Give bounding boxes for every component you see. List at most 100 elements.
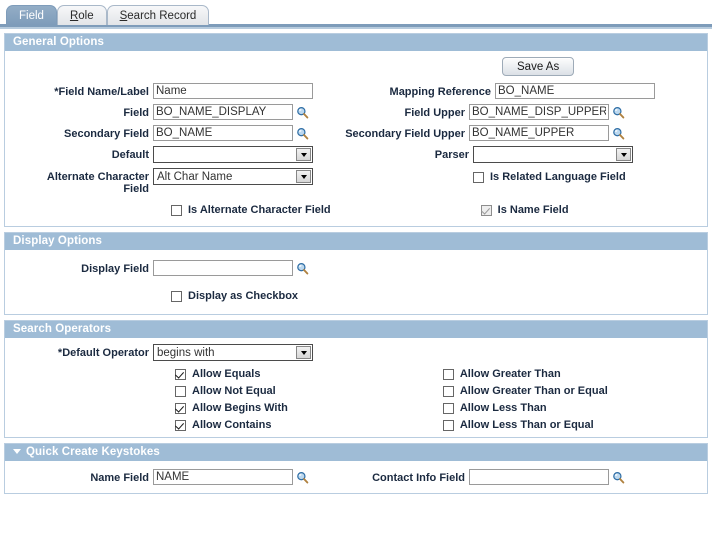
is-related-language-field-checkbox[interactable]: Is Related Language Field xyxy=(473,171,626,183)
allow-less-than-checkbox[interactable]: Allow Less Than xyxy=(442,402,608,414)
alternate-character-field-label-line2: Field xyxy=(123,183,149,195)
chevron-down-icon[interactable] xyxy=(296,170,311,183)
checkbox-box[interactable] xyxy=(175,419,186,431)
tab-field-label: Field xyxy=(19,10,44,22)
secondary-field-input[interactable] xyxy=(153,125,293,141)
name-field-input[interactable] xyxy=(153,469,293,485)
field-label: Field xyxy=(123,107,149,119)
tab-search-record[interactable]: Search Record xyxy=(106,5,210,25)
section-general-options: General Options Save As *Field Name/Labe… xyxy=(4,33,708,227)
allow-greater-than-or-equal-label: Allow Greater Than or Equal xyxy=(459,385,608,397)
name-field-label: Name Field xyxy=(90,472,149,484)
checkbox-box[interactable] xyxy=(442,385,454,397)
is-alternate-character-field-label: Is Alternate Character Field xyxy=(188,204,331,216)
allow-less-than-label: Allow Less Than xyxy=(459,402,547,414)
section-display-options-header: Display Options xyxy=(5,233,707,250)
mapping-reference-input[interactable] xyxy=(495,83,655,99)
checkbox-box[interactable] xyxy=(175,402,186,414)
mapping-reference-label: Mapping Reference xyxy=(389,86,491,98)
allow-greater-than-checkbox[interactable]: Allow Greater Than xyxy=(442,368,608,380)
chevron-down-icon[interactable] xyxy=(296,148,311,161)
field-name-label-input[interactable] xyxy=(153,83,313,99)
save-as-button[interactable]: Save As xyxy=(502,57,575,76)
display-as-checkbox-label: Display as Checkbox xyxy=(188,290,299,302)
section-general-options-title: General Options xyxy=(13,36,104,48)
magnifier-icon[interactable] xyxy=(296,471,309,484)
row-operator-checkboxes: Allow Equals Allow Not Equal Allow Begin… xyxy=(5,368,707,431)
is-related-language-field-label: Is Related Language Field xyxy=(490,171,626,183)
section-display-options-title: Display Options xyxy=(13,235,103,247)
section-general-options-body: Save As *Field Name/Label Mapping Refere… xyxy=(5,51,707,226)
secondary-field-upper-input[interactable] xyxy=(469,125,609,141)
alternate-character-field-label-line1: Alternate Character xyxy=(46,171,149,183)
allow-not-equal-checkbox[interactable]: Allow Not Equal xyxy=(175,385,288,397)
checkbox-box[interactable] xyxy=(442,419,454,431)
alternate-character-field-value: Alt Char Name xyxy=(157,170,233,183)
display-as-checkbox-checkbox[interactable]: Display as Checkbox xyxy=(171,290,298,302)
checkbox-box[interactable] xyxy=(442,402,454,414)
allow-begins-with-checkbox[interactable]: Allow Begins With xyxy=(175,402,288,414)
chevron-down-icon[interactable] xyxy=(296,346,311,359)
field-input[interactable] xyxy=(153,104,293,120)
default-select[interactable] xyxy=(153,146,313,163)
allow-greater-than-or-equal-checkbox[interactable]: Allow Greater Than or Equal xyxy=(442,385,608,397)
search-operators-right-column: Allow Greater Than Allow Greater Than or… xyxy=(442,368,608,431)
field-upper-label: Field Upper xyxy=(404,107,465,119)
magnifier-icon[interactable] xyxy=(296,262,309,275)
tab-search-record-label: earch Record xyxy=(127,10,197,22)
section-display-options: Display Options Display Field Display as… xyxy=(4,232,708,315)
row-field-field-upper: Field Field Upper xyxy=(5,104,707,120)
alternate-character-field-label: Alternate Character Field xyxy=(5,168,149,195)
section-general-options-header: General Options xyxy=(5,34,707,51)
section-display-options-body: Display Field Display as Checkbox xyxy=(5,250,707,314)
checkbox-box[interactable] xyxy=(480,204,492,216)
section-quick-create-header[interactable]: Quick Create Keystokes xyxy=(5,444,707,461)
magnifier-icon[interactable] xyxy=(612,127,625,140)
magnifier-icon[interactable] xyxy=(612,106,625,119)
checkbox-box[interactable] xyxy=(442,368,454,380)
allow-contains-checkbox[interactable]: Allow Contains xyxy=(175,419,288,431)
row-field-name-mapping: *Field Name/Label Mapping Reference xyxy=(5,83,707,99)
tab-underline-rule-secondary xyxy=(0,27,712,29)
tab-role-accesskey: R xyxy=(69,10,79,22)
magnifier-icon[interactable] xyxy=(296,106,309,119)
magnifier-icon[interactable] xyxy=(296,127,309,140)
allow-equals-checkbox[interactable]: Allow Equals xyxy=(175,368,288,380)
checkbox-box[interactable] xyxy=(473,171,484,183)
row-display-as-checkbox: Display as Checkbox xyxy=(5,290,707,302)
section-quick-create-keystokes: Quick Create Keystokes Name Field Contac… xyxy=(4,443,708,494)
chevron-down-icon[interactable] xyxy=(616,148,631,161)
section-search-operators: Search Operators *Default Operator begin… xyxy=(4,320,708,438)
row-quick-create-fields: Name Field Contact Info Field xyxy=(5,469,707,485)
row-default-operator: *Default Operator begins with xyxy=(5,344,707,361)
is-name-field-checkbox[interactable]: Is Name Field xyxy=(480,204,569,216)
magnifier-icon[interactable] xyxy=(612,471,625,484)
contact-info-field-label: Contact Info Field xyxy=(372,472,465,484)
allow-less-than-or-equal-checkbox[interactable]: Allow Less Than or Equal xyxy=(442,419,608,431)
allow-greater-than-label: Allow Greater Than xyxy=(459,368,561,380)
is-name-field-label: Is Name Field xyxy=(497,204,569,216)
display-field-input[interactable] xyxy=(153,260,293,276)
row-display-field: Display Field xyxy=(5,260,707,276)
section-quick-create-title: Quick Create Keystokes xyxy=(26,446,160,458)
checkbox-box[interactable] xyxy=(175,385,186,397)
parser-select[interactable] xyxy=(473,146,633,163)
default-operator-value: begins with xyxy=(157,346,215,359)
alternate-character-field-select[interactable]: Alt Char Name xyxy=(153,168,313,185)
checkbox-box[interactable] xyxy=(171,204,182,216)
checkbox-box[interactable] xyxy=(175,368,186,380)
tab-role[interactable]: Role xyxy=(56,5,107,25)
is-alternate-character-field-checkbox[interactable]: Is Alternate Character Field xyxy=(171,204,331,216)
triangle-down-icon[interactable] xyxy=(13,449,21,454)
allow-less-than-or-equal-label: Allow Less Than or Equal xyxy=(459,419,594,431)
field-upper-input[interactable] xyxy=(469,104,609,120)
row-alt-char-related-language: Alternate Character Field Alt Char Name … xyxy=(5,168,707,195)
search-operators-left-column: Allow Equals Allow Not Equal Allow Begin… xyxy=(175,368,288,431)
contact-info-field-input[interactable] xyxy=(469,469,609,485)
allow-begins-with-label: Allow Begins With xyxy=(192,402,288,414)
checkbox-box[interactable] xyxy=(171,290,182,302)
tab-field[interactable]: Field xyxy=(6,5,57,25)
default-operator-select[interactable]: begins with xyxy=(153,344,313,361)
secondary-field-upper-label: Secondary Field Upper xyxy=(345,128,465,140)
row-default-parser: Default Parser xyxy=(5,146,707,163)
